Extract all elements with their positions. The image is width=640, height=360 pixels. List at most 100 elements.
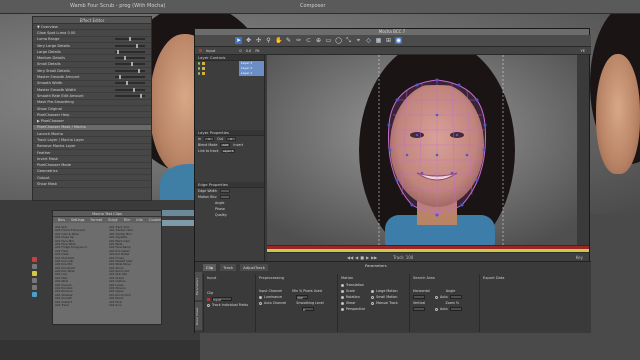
transform-tool-icon[interactable]: ⤡ [345,37,352,44]
viewer-input-select[interactable]: Input [206,49,215,53]
auto-channel-radio[interactable] [259,301,262,305]
record-track-button[interactable] [32,257,37,262]
large-motion-radio[interactable] [371,289,375,293]
track-backward-button[interactable]: ◀◀ [347,255,353,260]
angle-field[interactable] [449,295,462,299]
shear-checkbox[interactable] [341,301,344,305]
edge-width-field[interactable] [219,189,230,193]
effect-parameter-slider[interactable] [115,62,145,67]
slider-handle[interactable] [133,87,135,92]
circle-tool-icon[interactable]: ◯ [335,37,342,44]
track-fields-checkbox[interactable] [207,303,210,307]
stop-button[interactable]: ■ [360,255,364,260]
viewer-fps[interactable]: 0.0 [246,49,252,53]
mocha-timebar[interactable] [267,245,589,253]
slider-handle[interactable] [119,75,121,80]
preprocessing-column: Preprocessing Input Channel Min % Pixels … [255,274,337,332]
hand-tool-icon[interactable]: ✋ [275,37,282,44]
small-motion-radio[interactable] [371,295,375,299]
clip-select[interactable]: Input [212,297,232,302]
track-forward-button[interactable]: ▶▶ [371,255,377,260]
manual-track-radio[interactable] [371,301,375,305]
effect-parameter-slider[interactable] [115,68,145,73]
frame-field[interactable]: 100 [406,255,414,260]
horizontal-auto-checkbox[interactable] [435,295,438,299]
visibility-icon[interactable] [198,62,201,65]
view-tool-icon[interactable]: ◉ [395,37,402,44]
invert-checkbox[interactable]: Invert [233,143,243,147]
effect-parameter-slider[interactable] [115,43,145,48]
effect-parameter-slider[interactable] [115,49,145,54]
magnet-tool-icon[interactable]: ⊂ [305,37,312,44]
side-tab-dope-sheet[interactable]: Dope Sheet [195,302,202,330]
motion-blur-field[interactable] [219,195,230,199]
rotation-checkbox[interactable] [341,295,344,299]
slider-handle[interactable] [124,56,126,61]
effect-parameter-slider[interactable] [115,81,145,86]
parameter-tab[interactable]: Clip [203,264,217,271]
bin-clip-item[interactable]: A01 Sync [107,303,161,306]
perspective-checkbox[interactable] [341,307,344,311]
effect-parameter-row[interactable]: Show Mask [33,181,151,188]
min-pixels-field[interactable]: 300 [296,295,309,300]
parameter-tab[interactable]: AdjustTrack [240,264,268,271]
zoom-field[interactable] [449,307,462,311]
add-point-tool-icon[interactable]: ⊕ [315,37,322,44]
viewer-frame[interactable]: 0 [239,49,241,53]
monitor-track-button[interactable] [32,292,37,297]
pick-tool-icon[interactable]: ✥ [245,37,252,44]
effect-editor-panel: Effect Editor ▼ Overview Glow Spot Luma 0… [32,16,152,201]
viewer-canvas[interactable] [267,55,577,245]
slider-handle[interactable] [138,68,140,73]
track-button[interactable] [32,278,37,283]
surface-tool-icon[interactable]: ◇ [365,37,372,44]
effect-parameter-slider[interactable] [115,75,145,80]
translation-checkbox[interactable] [341,283,344,287]
zoom-tool-icon[interactable]: ⚲ [265,37,272,44]
smoothing-field[interactable]: 0 [302,307,314,312]
vertical-auto-checkbox[interactable] [435,307,438,311]
bin-clip-item[interactable]: A01 Track [53,303,107,306]
track-button[interactable] [32,264,37,269]
scale-checkbox[interactable] [341,289,344,293]
spline-tool-icon[interactable]: ✑ [295,37,302,44]
in-field[interactable]: 0 [204,137,215,141]
slider-handle[interactable] [126,81,128,86]
horizontal-field[interactable] [413,295,425,299]
slider-handle[interactable] [117,49,119,54]
mocha-viewer[interactable] [267,55,577,245]
lock-icon[interactable] [202,72,205,75]
mocha-viewer-bar: Input 0 0.0 Fit YE [195,47,591,55]
play-backward-button[interactable]: ◀ [355,255,358,260]
side-tab-parameters[interactable]: Parameters [195,272,202,300]
viewer-zoom[interactable]: Fit [255,49,259,53]
visibility-icon[interactable] [198,72,201,75]
slider-handle[interactable] [140,93,142,98]
slider-handle[interactable] [131,62,133,67]
effect-parameter-slider[interactable] [115,37,145,42]
pen-tool-icon[interactable]: ✎ [285,37,292,44]
play-forward-button[interactable]: ▶ [366,255,369,260]
effect-parameter-slider[interactable] [115,93,145,98]
pointer-tool-icon[interactable]: ➤ [235,37,242,44]
parameter-tab[interactable]: Track [220,264,237,271]
solo-track-button[interactable] [32,271,37,276]
move-tool-icon[interactable]: ✣ [255,37,262,44]
luminance-radio[interactable] [259,295,262,299]
visibility-icon[interactable] [198,67,201,70]
align-tool-icon[interactable]: ⌖ [355,37,362,44]
blend-mode-select[interactable]: Add [220,143,231,147]
lock-icon[interactable] [202,67,205,70]
effect-parameter-slider[interactable] [115,87,145,92]
track-button[interactable] [32,285,37,290]
stabilize-tool-icon[interactable]: ⊞ [385,37,392,44]
effect-parameter-slider[interactable] [115,56,145,61]
rect-tool-icon[interactable]: ▭ [325,37,332,44]
grid-tool-icon[interactable]: ▦ [375,37,382,44]
out-field[interactable]: 0 [226,137,237,141]
vertical-field[interactable] [413,307,425,311]
slider-handle[interactable] [129,37,131,42]
link-track-select[interactable]: Layer 1 [221,149,235,153]
slider-handle[interactable] [136,43,138,48]
lock-icon[interactable] [202,62,205,65]
